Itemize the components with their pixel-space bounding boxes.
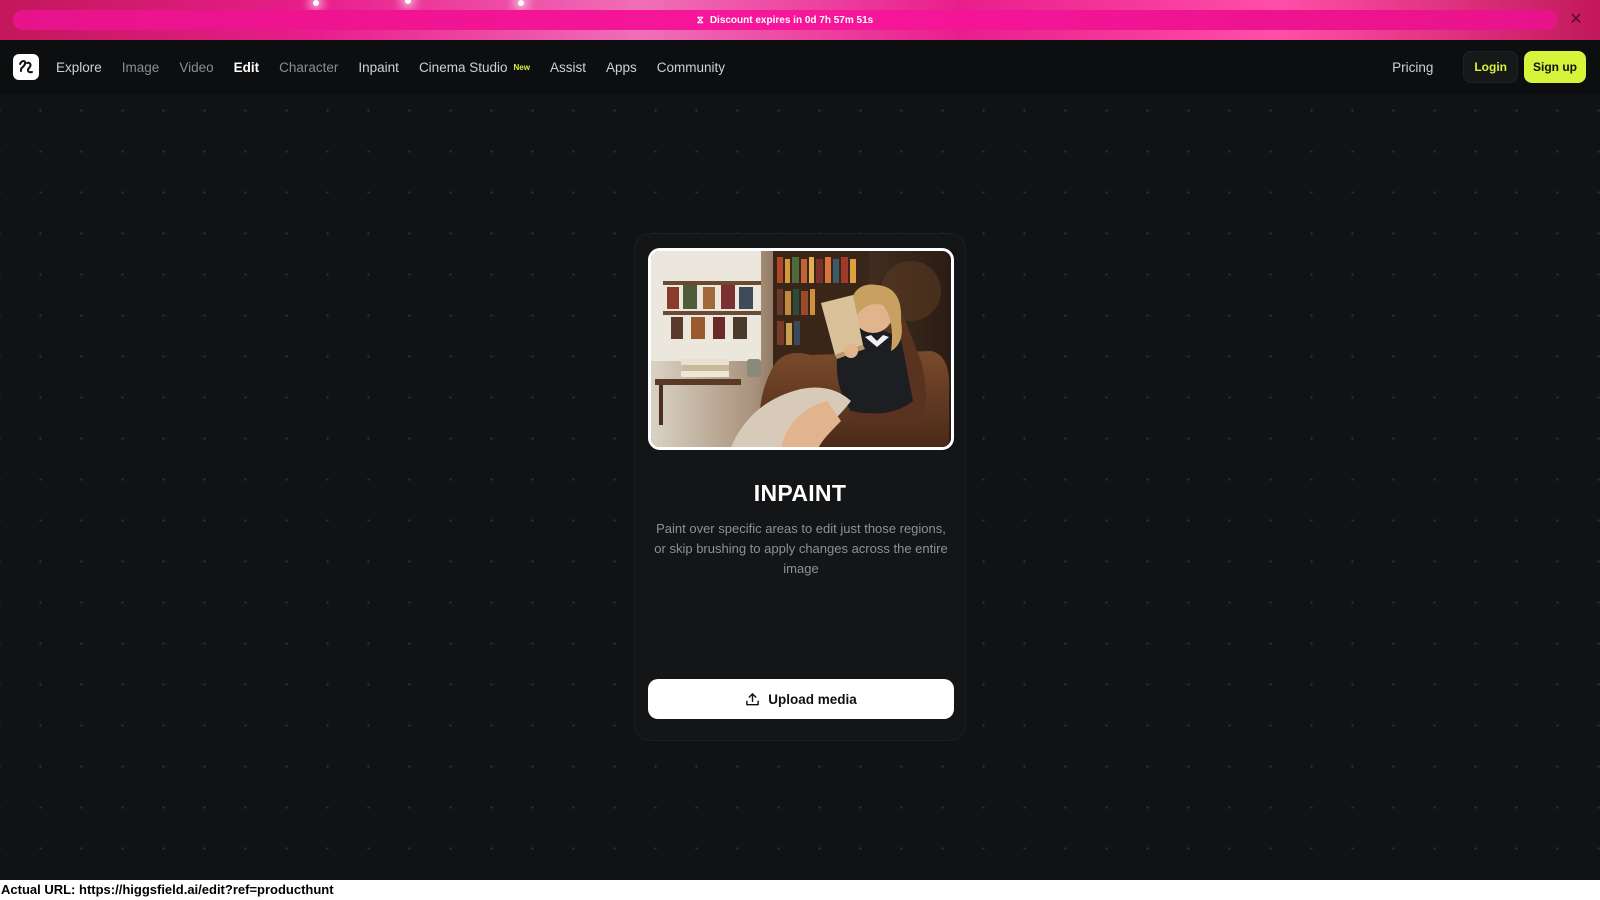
nav-apps[interactable]: Apps — [606, 60, 637, 75]
higgsfield-logo[interactable] — [13, 54, 39, 80]
promo-text: Discount expires in 0d 7h 57m 51s — [709, 14, 874, 26]
sparkle-decoration — [518, 0, 524, 6]
promo-banner: ⧖ Discount expires in 0d 7h 57m 51s ✕ — [0, 0, 1600, 40]
signup-button[interactable]: Sign up — [1524, 51, 1586, 83]
nav-inpaint[interactable]: Inpaint — [358, 60, 399, 75]
hourglass-icon: ⧖ — [696, 14, 704, 26]
sparkle-decoration — [313, 0, 319, 6]
sparkle-decoration — [405, 0, 411, 4]
card-description: Paint over specific areas to edit just t… — [654, 521, 948, 576]
upload-media-label: Upload media — [768, 691, 857, 707]
close-icon[interactable]: ✕ — [1566, 10, 1586, 30]
upload-media-button[interactable]: Upload media — [648, 679, 954, 719]
preview-illustration — [651, 251, 951, 447]
nav-image[interactable]: Image — [122, 60, 160, 75]
inpaint-card: INPAINT Paint over specific areas to edi… — [634, 233, 966, 741]
logo-mark-icon — [19, 60, 33, 74]
top-nav: Explore Image Video Edit Character Inpai… — [0, 40, 1600, 94]
nav-right: Pricing Login Sign up — [1392, 51, 1586, 83]
nav-edit[interactable]: Edit — [234, 60, 260, 75]
nav-character[interactable]: Character — [279, 60, 338, 75]
status-url: Actual URL: https://higgsfield.ai/edit?r… — [0, 880, 1600, 900]
new-badge: New — [513, 62, 530, 72]
nav-cinema-studio-label: Cinema Studio — [418, 59, 508, 75]
nav-cinema-studio[interactable]: Cinema Studio New — [419, 60, 530, 75]
card-title: INPAINT — [753, 480, 847, 506]
nav-assist[interactable]: Assist — [550, 60, 586, 75]
nav-links: Explore Image Video Edit Character Inpai… — [56, 60, 745, 75]
login-button[interactable]: Login — [1463, 51, 1518, 83]
nav-explore[interactable]: Explore — [56, 60, 102, 75]
preview-image — [648, 248, 954, 450]
nav-video[interactable]: Video — [179, 60, 213, 75]
nav-community[interactable]: Community — [657, 60, 725, 75]
promo-pill[interactable]: ⧖ Discount expires in 0d 7h 57m 51s — [13, 10, 1557, 30]
pricing-link[interactable]: Pricing — [1392, 60, 1433, 75]
upload-icon — [746, 692, 760, 705]
